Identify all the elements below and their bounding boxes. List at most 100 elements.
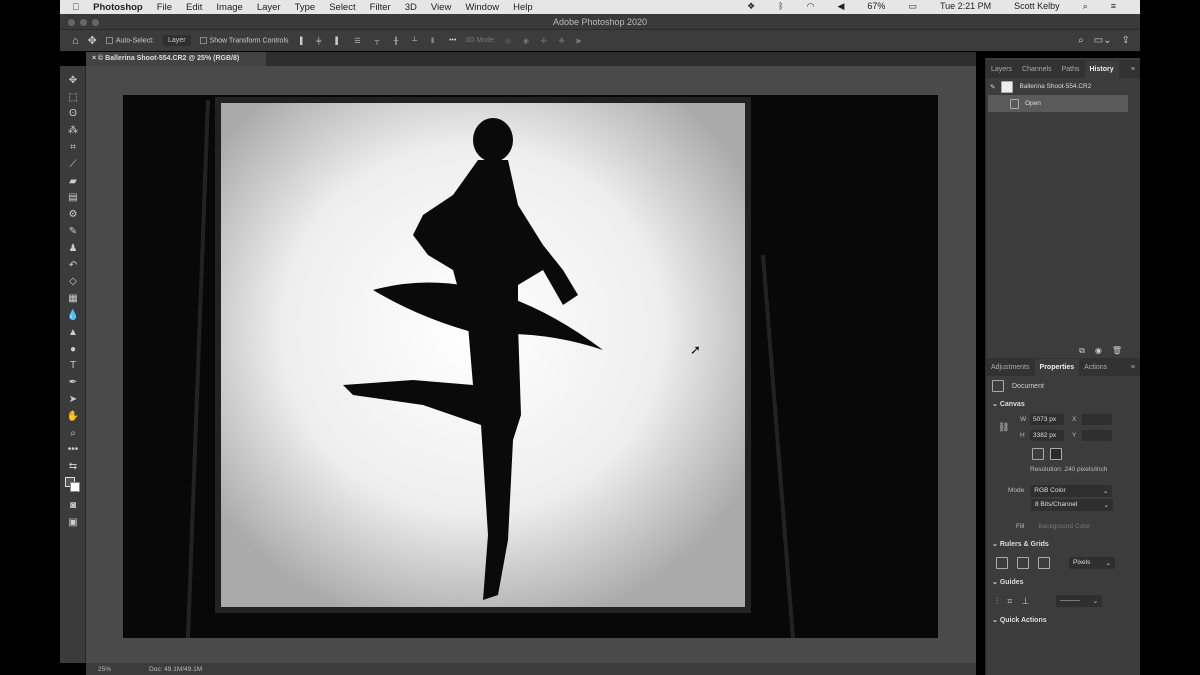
move-tool-icon[interactable]: ✥ — [60, 72, 86, 89]
menu-3d[interactable]: 3D — [405, 2, 417, 13]
search-icon[interactable]: ⌕ — [1078, 35, 1084, 46]
menu-layer[interactable]: Layer — [257, 2, 281, 13]
wifi-icon[interactable]: ◠ — [807, 1, 815, 12]
tab-history[interactable]: History — [1084, 60, 1119, 78]
menu-help[interactable]: Help — [513, 2, 533, 13]
color-swatches[interactable] — [60, 475, 86, 497]
workspace-icon[interactable]: ▭⌄ — [1094, 35, 1112, 46]
bit-depth-dropdown[interactable]: 8 Bits/Channel ⌄ — [1031, 499, 1113, 511]
tab-paths[interactable]: Paths — [1057, 61, 1085, 78]
more-tools-icon[interactable]: ••• — [60, 442, 86, 459]
show-transform-checkbox[interactable] — [199, 36, 207, 44]
new-document-from-state-icon[interactable]: ⧉ — [1079, 346, 1085, 356]
doc-size[interactable]: Doc: 49.1M/49.1M — [149, 666, 202, 673]
bluetooth-icon[interactable]: ᛒ — [778, 1, 783, 12]
screen-mode-icon[interactable]: ▣ — [60, 514, 86, 531]
healing-brush-tool-icon[interactable]: ▰ — [60, 173, 86, 190]
history-brush-icon[interactable]: ✎ — [990, 83, 995, 91]
clock[interactable]: Tue 2:21 PM — [940, 1, 991, 12]
hand-tool-icon[interactable]: ✋ — [60, 408, 86, 425]
trash-icon[interactable]: 🗑 — [1112, 346, 1122, 356]
document-tab[interactable]: × © Ballerina Shoot-554.CR2 @ 25% (RGB/8… — [86, 52, 266, 66]
history-snapshot[interactable]: ✎ Ballerina Shoot-554.CR2 — [986, 78, 1140, 95]
zoom-level[interactable]: 25% — [98, 666, 111, 673]
lasso-tool-icon[interactable]: ʘ — [60, 106, 86, 123]
battery-percent[interactable]: 67% — [867, 1, 885, 12]
align-icons[interactable]: ▐ ╪ ▌ ☰ ┬ ╫ ┴ ‖ — [298, 37, 441, 45]
eraser-tool-icon[interactable]: ◇ — [60, 274, 86, 291]
path-selection-tool-icon[interactable]: ➤ — [60, 391, 86, 408]
more-icon[interactable]: ••• — [449, 37, 456, 44]
spotlight-icon[interactable]: ⌕ — [1083, 1, 1088, 12]
canvas-section-header[interactable]: ⌄ Canvas — [986, 396, 1140, 412]
tab-channels[interactable]: Channels — [1017, 61, 1057, 78]
ruler-icon[interactable] — [996, 557, 1008, 569]
document-image[interactable] — [123, 95, 938, 638]
rulers-grids-section-header[interactable]: ⌄ Rulers & Grids — [986, 536, 1140, 552]
swap-colors-icon[interactable]: ⇆ — [60, 458, 86, 475]
landscape-icon[interactable] — [1050, 448, 1062, 460]
menu-view[interactable]: View — [431, 2, 451, 13]
guide-icon[interactable]: ⫶ — [996, 596, 998, 607]
auto-select-checkbox[interactable] — [105, 36, 113, 44]
guide-style-dropdown[interactable]: ——— ⌄ — [1056, 595, 1103, 607]
history-brush-tool-icon[interactable]: ↶ — [60, 257, 86, 274]
portrait-icon[interactable] — [1032, 448, 1044, 460]
menu-app[interactable]: Photoshop — [93, 2, 143, 13]
move-tool-icon[interactable]: ✥ — [88, 34, 97, 47]
y-input[interactable] — [1082, 430, 1112, 441]
home-icon[interactable]: ⌂ — [72, 35, 79, 47]
lock-guides-icon[interactable]: ⌗ — [1007, 596, 1012, 607]
snapshot-camera-icon[interactable]: ◉ — [1095, 346, 1102, 356]
guides-section-header[interactable]: ⌄ Guides — [986, 574, 1140, 590]
menu-type[interactable]: Type — [295, 2, 316, 13]
gradient-tool-icon[interactable]: ▦ — [60, 290, 86, 307]
history-state[interactable]: Open — [988, 95, 1128, 112]
tab-adjustments[interactable]: Adjustments — [986, 359, 1035, 376]
volume-icon[interactable]: ◀ — [838, 1, 845, 12]
menu-edit[interactable]: Edit — [186, 2, 202, 13]
sharpen-tool-icon[interactable]: ▲ — [60, 324, 86, 341]
menu-file[interactable]: File — [157, 2, 172, 13]
blur-tool-icon[interactable]: 💧 — [60, 307, 86, 324]
width-input[interactable]: 5073 px — [1030, 414, 1064, 425]
quick-mask-icon[interactable]: ◙ — [60, 497, 86, 514]
pixel-grid-icon[interactable] — [1038, 557, 1050, 569]
crop-tool-icon[interactable]: ⌗ — [60, 139, 86, 156]
apple-icon[interactable]:  — [72, 2, 79, 13]
3d-tools-icons[interactable]: ◎ ◉ ✣ ✥ ▶ — [505, 37, 587, 45]
auto-select-dropdown[interactable]: Layer — [163, 35, 191, 46]
eyedropper-tool-icon[interactable]: ⟋ — [60, 156, 86, 173]
share-icon[interactable]: ⇪ — [1122, 35, 1130, 46]
panel-menu-icon[interactable]: ≡ — [1126, 61, 1140, 78]
link-icon[interactable]: ⛓ — [998, 422, 1009, 433]
brush-tool-icon[interactable]: ✎ — [60, 223, 86, 240]
magic-wand-tool-icon[interactable]: ⁂ — [60, 122, 86, 139]
grid-icon[interactable] — [1017, 557, 1029, 569]
patch-tool-icon[interactable]: ▤ — [60, 190, 86, 207]
quick-actions-section-header[interactable]: ⌄ Quick Actions — [986, 612, 1140, 628]
dodge-tool-icon[interactable]: ● — [60, 341, 86, 358]
height-input[interactable]: 3382 px — [1030, 430, 1064, 441]
units-dropdown[interactable]: Pixels ⌄ — [1069, 557, 1115, 569]
user-name[interactable]: Scott Kelby — [1014, 1, 1060, 12]
type-tool-icon[interactable]: T — [60, 358, 86, 375]
tab-layers[interactable]: Layers — [986, 61, 1017, 78]
fill-dropdown[interactable]: Background Color — [1038, 523, 1090, 530]
smart-guides-icon[interactable]: ⊥ — [1021, 596, 1029, 607]
marquee-tool-icon[interactable]: ⬚ — [60, 89, 86, 106]
mode-dropdown[interactable]: RGB Color ⌄ — [1030, 484, 1113, 497]
pen-tool-icon[interactable]: ✒ — [60, 374, 86, 391]
content-aware-icon[interactable]: ⚙ — [60, 206, 86, 223]
notification-icon[interactable]: ≡ — [1111, 1, 1116, 12]
panel-menu-icon[interactable]: ≡ — [1126, 359, 1140, 376]
clone-stamp-tool-icon[interactable]: ♟ — [60, 240, 86, 257]
zoom-tool-icon[interactable]: ⌕ — [60, 425, 86, 442]
menu-window[interactable]: Window — [465, 2, 499, 13]
tab-properties[interactable]: Properties — [1034, 358, 1080, 376]
menu-image[interactable]: Image — [216, 2, 242, 13]
tab-actions[interactable]: Actions — [1079, 359, 1112, 376]
menu-select[interactable]: Select — [329, 2, 355, 13]
menu-filter[interactable]: Filter — [370, 2, 391, 13]
x-input[interactable] — [1082, 414, 1112, 425]
